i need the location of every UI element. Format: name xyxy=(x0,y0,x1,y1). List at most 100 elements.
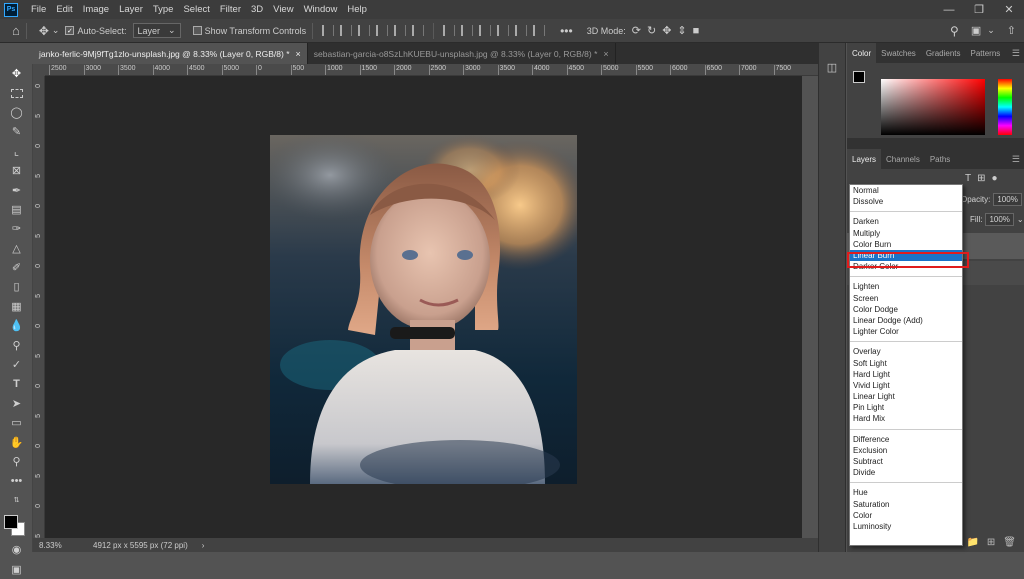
new-group-icon[interactable]: 📁 xyxy=(966,537,978,548)
align-left-icon[interactable] xyxy=(322,25,335,36)
tab-patterns[interactable]: Patterns xyxy=(966,43,1006,63)
blend-mode-option-hue[interactable]: Hue xyxy=(850,487,962,498)
minimize-icon[interactable]: — xyxy=(934,0,964,19)
align-right-icon[interactable] xyxy=(358,25,371,36)
menu-window[interactable]: Window xyxy=(299,4,343,15)
quick-select-tool-icon[interactable]: ✎ xyxy=(0,122,33,141)
tab-swatches[interactable]: Swatches xyxy=(876,43,921,63)
blend-mode-option-linear-dodge-add[interactable]: Linear Dodge (Add) xyxy=(850,315,962,326)
chevron-right-icon[interactable]: › xyxy=(202,541,205,550)
auto-select-dropdown[interactable]: Layer ⌄ xyxy=(132,23,181,38)
screen-mode-icon[interactable]: ▣ xyxy=(0,559,33,578)
blend-mode-option-subtract[interactable]: Subtract xyxy=(850,456,962,467)
3d-pan-icon[interactable]: ✥ xyxy=(662,24,671,37)
share-icon[interactable]: ⇧ xyxy=(1007,24,1016,37)
path-select-icon[interactable]: ➤ xyxy=(0,394,33,413)
show-transform-checkbox[interactable]: Show Transform Controls xyxy=(192,26,306,36)
align-center-icon[interactable] xyxy=(340,25,353,36)
align-middle-icon[interactable] xyxy=(394,25,407,36)
distribute-bottom-icon[interactable] xyxy=(533,25,546,36)
menu-help[interactable]: Help xyxy=(342,4,372,15)
menu-select[interactable]: Select xyxy=(178,4,214,15)
panel-menu-icon[interactable]: ☰ xyxy=(1012,48,1020,59)
edit-toolbar-icon[interactable]: ••• xyxy=(0,471,33,490)
blend-mode-option-darken[interactable]: Darken xyxy=(850,216,962,227)
blend-mode-option-color-dodge[interactable]: Color Dodge xyxy=(850,304,962,315)
menu-layer[interactable]: Layer xyxy=(114,4,148,15)
3d-roll-icon[interactable]: ↻ xyxy=(647,24,656,37)
document-image[interactable] xyxy=(270,135,577,484)
distribute-left-icon[interactable] xyxy=(443,25,456,36)
blend-mode-option-linear-light[interactable]: Linear Light xyxy=(850,391,962,402)
blend-mode-option-pin-light[interactable]: Pin Light xyxy=(850,402,962,413)
search-icon[interactable]: ⚲ xyxy=(950,24,959,38)
blend-mode-option-color[interactable]: Color xyxy=(850,510,962,521)
foreground-color-swatch[interactable] xyxy=(4,514,18,529)
brush-tool-icon[interactable]: ✑ xyxy=(0,219,33,238)
distribute-right-icon[interactable] xyxy=(479,25,492,36)
tab-document-2[interactable]: sebastian-garcia-o8SzLhKUEBU-unsplash.jp… xyxy=(308,43,616,64)
align-top-icon[interactable] xyxy=(376,25,389,36)
menu-type[interactable]: Type xyxy=(148,4,179,15)
blend-mode-option-lighten[interactable]: Lighten xyxy=(850,281,962,292)
distribute-center-icon[interactable] xyxy=(461,25,474,36)
blend-mode-option-divide[interactable]: Divide xyxy=(850,467,962,478)
tab-layers[interactable]: Layers xyxy=(847,149,882,169)
move-tool-icon[interactable]: ✥ xyxy=(39,24,49,38)
eraser-tool-icon[interactable]: ▯ xyxy=(0,277,33,296)
blend-mode-option-difference[interactable]: Difference xyxy=(850,434,962,445)
chevron-down-icon[interactable]: ⌄ xyxy=(1017,215,1024,224)
tab-paths[interactable]: Paths xyxy=(925,149,955,169)
workspace-icon[interactable]: ▣ xyxy=(971,24,981,37)
more-options-icon[interactable]: ••• xyxy=(560,24,573,38)
foreground-color-swatch[interactable] xyxy=(853,71,865,83)
dodge-tool-icon[interactable]: ⚲ xyxy=(0,335,33,354)
vertical-scrollbar[interactable] xyxy=(802,76,818,538)
swap-colors-icon[interactable]: ⇅ xyxy=(0,491,33,510)
3d-orbit-icon[interactable]: ⟳ xyxy=(632,24,641,37)
blend-mode-option-dissolve[interactable]: Dissolve xyxy=(850,196,962,207)
zoom-level[interactable]: 8.33% xyxy=(39,541,79,550)
type-tool-icon[interactable]: T xyxy=(0,374,33,393)
distribute-top-icon[interactable] xyxy=(497,25,510,36)
menu-3d[interactable]: 3D xyxy=(246,4,268,15)
tab-color[interactable]: Color xyxy=(847,43,877,63)
quick-mask-icon[interactable]: ◉ xyxy=(0,540,33,559)
clone-stamp-icon[interactable]: △ xyxy=(0,239,33,258)
3d-scale-icon[interactable]: ■ xyxy=(693,25,700,37)
home-icon[interactable]: ⌂ xyxy=(12,23,20,38)
color-swatches[interactable] xyxy=(0,510,33,540)
layer-filter-icons[interactable]: T⊞● xyxy=(965,173,1004,184)
blend-mode-option-luminosity[interactable]: Luminosity xyxy=(850,521,962,532)
blur-tool-icon[interactable]: 💧 xyxy=(0,316,33,335)
tab-gradients[interactable]: Gradients xyxy=(921,43,966,63)
zoom-tool-icon[interactable]: ⚲ xyxy=(0,452,33,471)
blend-mode-option-multiply[interactable]: Multiply xyxy=(850,228,962,239)
blend-mode-option-soft-light[interactable]: Soft Light xyxy=(850,357,962,368)
crop-tool-icon[interactable]: ⌞ xyxy=(0,142,33,161)
blend-mode-option-overlay[interactable]: Overlay xyxy=(850,346,962,357)
pen-tool-icon[interactable]: ✓ xyxy=(0,355,33,374)
new-layer-icon[interactable]: ⊞ xyxy=(987,537,995,548)
blend-mode-dropdown[interactable]: Normal Dissolve Darken Multiply Color Burn Li… xyxy=(849,184,963,546)
chevron-down-icon[interactable]: ⌄ xyxy=(52,25,60,36)
blend-mode-option-hard-mix[interactable]: Hard Mix xyxy=(850,413,962,424)
menu-file[interactable]: File xyxy=(26,4,51,15)
delete-layer-icon[interactable]: 🗑 xyxy=(1003,537,1016,548)
lasso-tool-icon[interactable]: ◯ xyxy=(0,103,33,122)
panel-menu-icon[interactable]: ☰ xyxy=(1012,154,1020,165)
menu-image[interactable]: Image xyxy=(78,4,114,15)
chevron-down-icon[interactable]: ⌄ xyxy=(987,25,995,36)
frame-tool-icon[interactable]: ⊠ xyxy=(0,161,33,180)
blend-mode-option-color-burn[interactable]: Color Burn xyxy=(850,239,962,250)
close-icon[interactable]: × xyxy=(603,49,608,59)
menu-view[interactable]: View xyxy=(268,4,298,15)
3d-slide-icon[interactable]: ⇕ xyxy=(677,24,686,37)
hue-slider[interactable] xyxy=(998,79,1012,135)
auto-select-checkbox[interactable]: ✓ Auto-Select: xyxy=(65,26,127,36)
marquee-tool-icon[interactable] xyxy=(0,83,33,102)
blend-mode-option-hard-light[interactable]: Hard Light xyxy=(850,369,962,380)
blend-mode-option-saturation[interactable]: Saturation xyxy=(850,499,962,510)
close-window-icon[interactable]: ✕ xyxy=(994,0,1024,19)
gradient-tool-icon[interactable]: ▦ xyxy=(0,297,33,316)
